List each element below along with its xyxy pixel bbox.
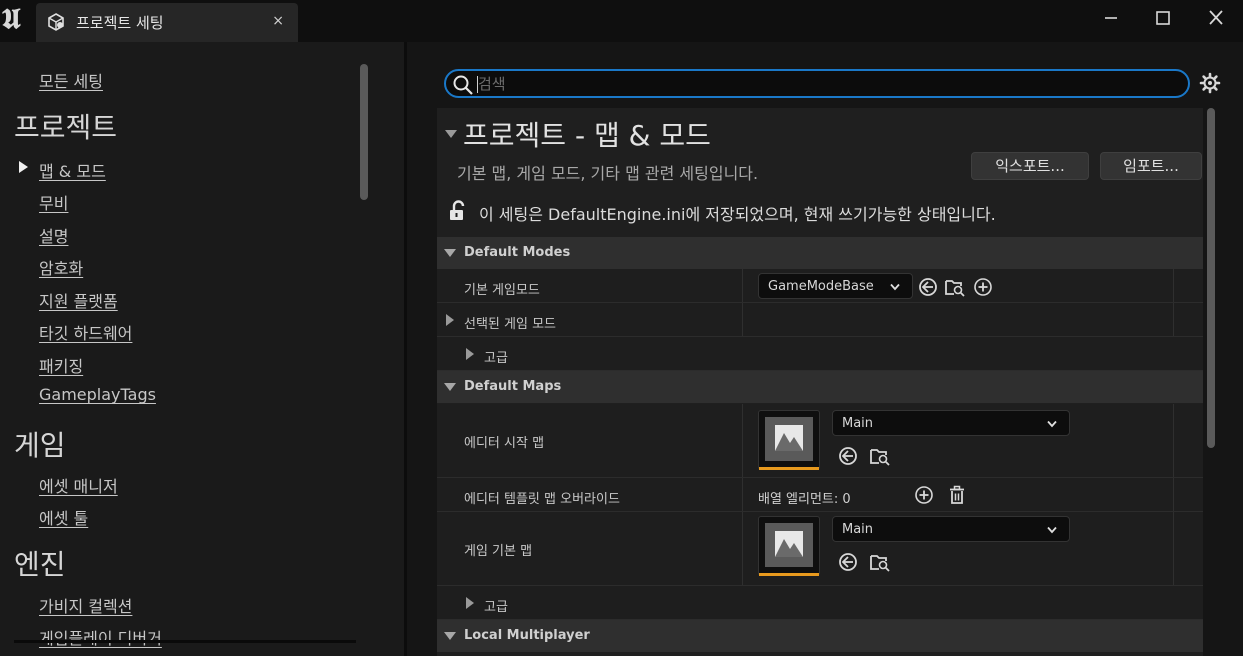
- sidebar-item-asset-manager[interactable]: 에셋 매니저: [39, 473, 118, 497]
- dropdown-value: GameModeBase: [768, 279, 874, 294]
- export-button[interactable]: 익스포트...: [971, 152, 1089, 180]
- use-selected-arrow-icon[interactable]: [838, 552, 858, 572]
- gamemode-dropdown[interactable]: GameModeBase: [758, 273, 913, 299]
- category-default-maps[interactable]: Default Maps: [437, 371, 1203, 403]
- dropdown-value: Main: [842, 522, 874, 537]
- property-row-editor-template-override: 에디터 템플릿 맵 오버라이드 배열 엘리먼트: 0: [437, 478, 1203, 512]
- map-thumbnail[interactable]: [758, 410, 820, 470]
- property-row-game-default-map: 게임 기본 맵 Main: [437, 512, 1203, 586]
- property-label: 기본 게임모드: [464, 283, 540, 298]
- asset-type-bar: [759, 573, 819, 576]
- property-label: 고급: [484, 600, 508, 615]
- add-element-icon[interactable]: [914, 485, 934, 505]
- minimize-icon[interactable]: [1097, 6, 1125, 30]
- sidebar-category-project: 프로젝트: [14, 111, 118, 144]
- tab-project-settings[interactable]: 프로젝트 세팅 ×: [36, 3, 298, 42]
- use-selected-arrow-icon[interactable]: [918, 277, 938, 297]
- mountain-icon: [775, 425, 803, 451]
- dropdown-value: Main: [842, 416, 874, 431]
- map-dropdown[interactable]: Main: [832, 410, 1070, 436]
- collapse-arrow-icon: [444, 383, 456, 391]
- expand-arrow-icon[interactable]: [466, 348, 474, 360]
- expand-arrow-icon[interactable]: [466, 597, 474, 609]
- gear-icon[interactable]: [1199, 72, 1221, 94]
- property-label: 게임 기본 맵: [464, 544, 533, 559]
- sidebar-item-target-hardware[interactable]: 타깃 하드웨어: [39, 320, 132, 344]
- collapse-arrow-icon: [444, 249, 456, 257]
- selected-arrow-icon: [19, 161, 28, 173]
- tab-close-icon[interactable]: ×: [272, 13, 284, 29]
- sidebar-item-movies[interactable]: 무비: [39, 190, 68, 214]
- sidebar-item-gameplay-debugger[interactable]: 게임플레이 디버거: [39, 625, 162, 649]
- map-thumbnail-image: [765, 417, 813, 461]
- import-button[interactable]: 임포트...: [1100, 152, 1202, 180]
- map-thumbnail[interactable]: [758, 516, 820, 576]
- use-selected-arrow-icon[interactable]: [838, 446, 858, 466]
- sidebar-item-packaging[interactable]: 패키징: [39, 353, 83, 377]
- search-icon: [453, 75, 473, 95]
- sidebar-item-maps-modes[interactable]: 맵 & 모드: [39, 158, 106, 182]
- chevron-down-icon: [1047, 420, 1057, 428]
- browse-folder-icon[interactable]: [870, 446, 890, 466]
- details-scrollbar[interactable]: [1207, 108, 1215, 448]
- sidebar-scrollbar[interactable]: [360, 64, 368, 200]
- category-local-multiplayer[interactable]: Local Multiplayer: [437, 620, 1203, 652]
- category-title: Default Modes: [464, 245, 571, 260]
- trash-icon[interactable]: [947, 485, 967, 505]
- title-bar: 𝖀 프로젝트 세팅 ×: [0, 0, 1243, 42]
- array-element-count: 배열 엘리먼트: 0: [758, 492, 851, 507]
- sidebar-item-supported-platforms[interactable]: 지원 플랫폼: [39, 288, 118, 312]
- sidebar-item-asset-tools[interactable]: 에셋 툴: [39, 505, 88, 529]
- sidebar-category-game: 게임: [14, 429, 66, 462]
- settings-cube-icon: [48, 13, 64, 31]
- page-title: 프로젝트 - 맵 & 모드: [463, 119, 711, 152]
- expand-arrow-icon[interactable]: [446, 314, 454, 326]
- property-row-selected-gamemode[interactable]: 선택된 게임 모드: [437, 303, 1203, 337]
- map-thumbnail-image: [765, 523, 813, 567]
- sidebar-category-engine: 엔진: [14, 548, 66, 581]
- sidebar-item-gameplay-tags[interactable]: GameplayTags: [39, 385, 156, 404]
- details-panel: 프로젝트 - 맵 & 모드 기본 맵, 게임 모드, 기타 맵 관련 세팅입니다…: [437, 108, 1203, 656]
- search-input[interactable]: [478, 73, 1168, 95]
- unreal-logo-icon: 𝖀: [2, 2, 21, 35]
- search-box[interactable]: [444, 69, 1190, 98]
- property-label: 에디터 시작 맵: [464, 436, 545, 451]
- collapse-arrow-icon: [444, 632, 456, 640]
- sidebar-item-description[interactable]: 설명: [39, 223, 68, 247]
- sidebar-item-all-settings[interactable]: 모든 세팅: [39, 68, 103, 92]
- chevron-down-icon: [890, 283, 900, 291]
- category-default-modes[interactable]: Default Modes: [437, 237, 1203, 269]
- property-label: 선택된 게임 모드: [464, 317, 556, 332]
- add-icon[interactable]: [973, 277, 993, 297]
- unlocked-icon: [450, 200, 465, 220]
- settings-main: 프로젝트 - 맵 & 모드 기본 맵, 게임 모드, 기타 맵 관련 세팅입니다…: [407, 42, 1243, 656]
- config-file-note: 이 세팅은 DefaultEngine.ini에 저장되었으며, 현재 쓰기가능…: [479, 205, 996, 224]
- category-title: Default Maps: [464, 379, 562, 394]
- property-row-default-gamemode: 기본 게임모드 GameModeBase: [437, 269, 1203, 303]
- mountain-icon: [775, 531, 803, 557]
- map-dropdown[interactable]: Main: [832, 516, 1070, 542]
- page-description: 기본 맵, 게임 모드, 기타 맵 관련 세팅입니다.: [457, 164, 759, 183]
- sidebar-bottom-edge: [14, 640, 356, 643]
- property-row-advanced[interactable]: 고급: [437, 337, 1203, 371]
- sidebar-item-encryption[interactable]: 암호화: [39, 255, 83, 279]
- property-label: 고급: [484, 351, 508, 366]
- sidebar-item-garbage-collection[interactable]: 가비지 컬렉션: [39, 593, 132, 617]
- property-label: 에디터 템플릿 맵 오버라이드: [464, 492, 620, 507]
- window-close-icon[interactable]: [1202, 6, 1230, 30]
- property-row-editor-startup-map: 에디터 시작 맵 Main: [437, 404, 1203, 478]
- chevron-down-icon: [1047, 526, 1057, 534]
- maximize-icon[interactable]: [1149, 6, 1177, 30]
- collapse-arrow-icon[interactable]: [445, 130, 457, 138]
- browse-folder-icon[interactable]: [945, 277, 965, 297]
- category-title: Local Multiplayer: [464, 628, 590, 643]
- settings-sidebar: 모든 세팅 프로젝트 맵 & 모드 무비 설명 암호화 지원 플랫폼 타깃 하드…: [0, 42, 404, 656]
- browse-folder-icon[interactable]: [870, 552, 890, 572]
- property-row-advanced[interactable]: 고급: [437, 586, 1203, 620]
- asset-type-bar: [759, 467, 819, 470]
- tab-title: 프로젝트 세팅: [76, 14, 164, 32]
